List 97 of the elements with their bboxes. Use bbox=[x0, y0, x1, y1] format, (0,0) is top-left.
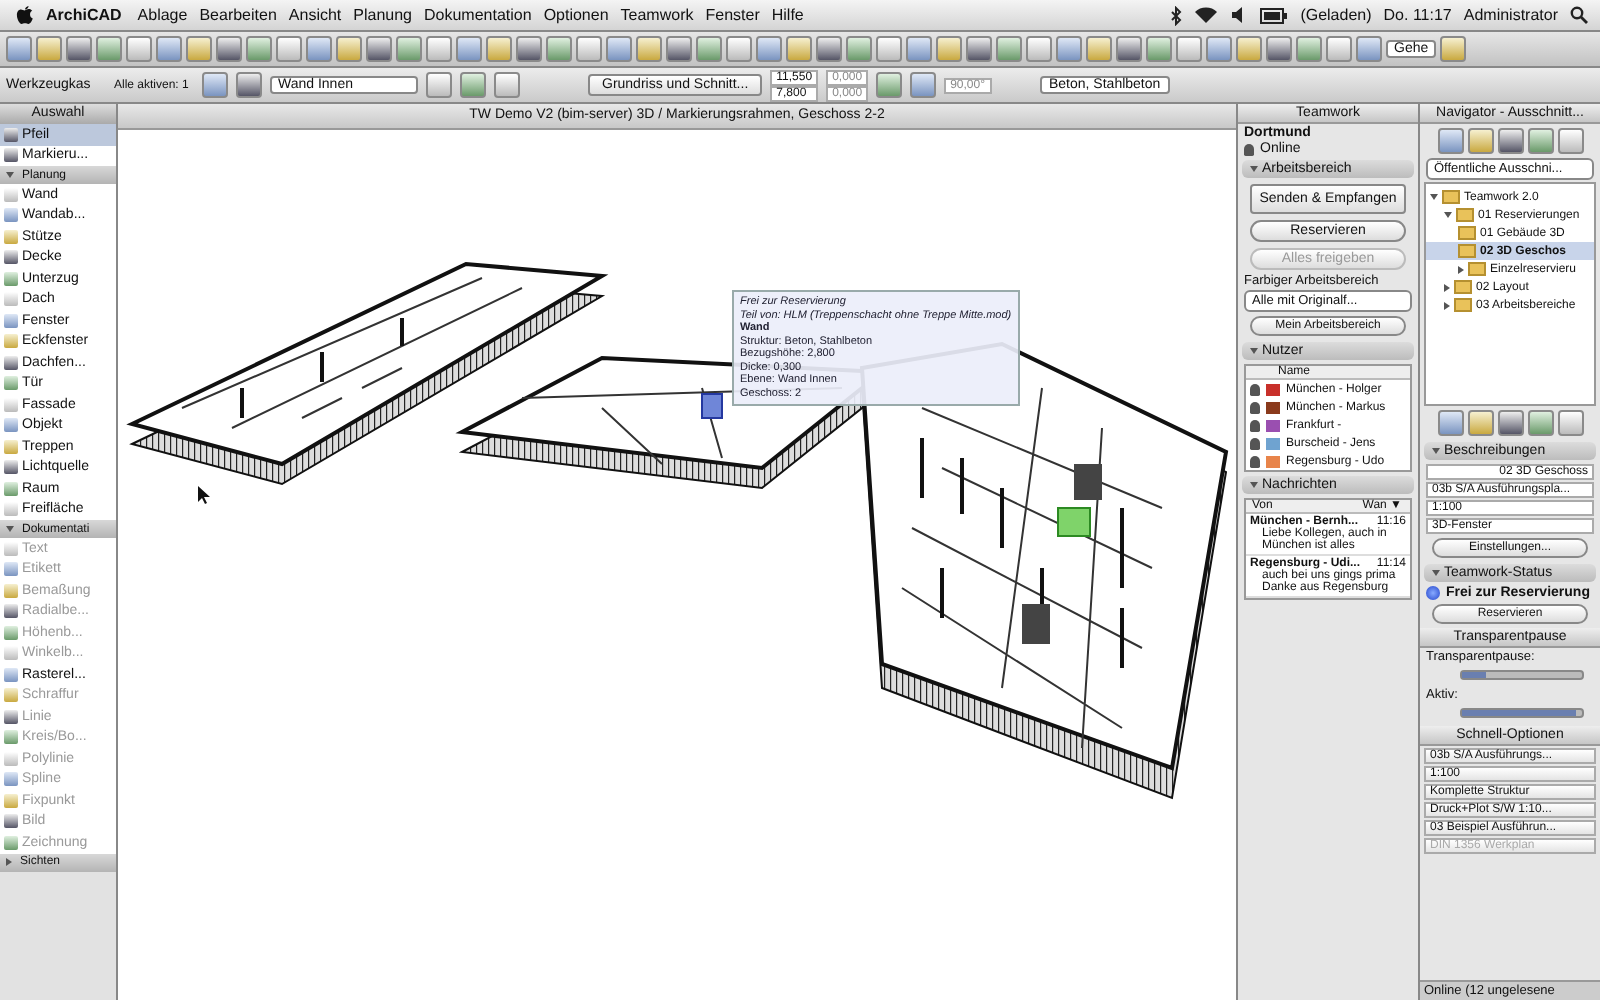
toolbar-icon[interactable] bbox=[1266, 36, 1292, 62]
navigator-icon[interactable] bbox=[1437, 128, 1463, 154]
toolbar-icon[interactable] bbox=[666, 36, 692, 62]
toolbar-icon[interactable] bbox=[1206, 36, 1232, 62]
toolbar-icon[interactable] bbox=[1440, 36, 1467, 62]
menu-item[interactable]: Teamwork bbox=[620, 6, 694, 24]
toolbar-icon[interactable] bbox=[236, 72, 262, 98]
toolbar-icon[interactable] bbox=[1086, 36, 1112, 62]
toolbar-icon[interactable] bbox=[756, 36, 782, 62]
toolbar-icon[interactable] bbox=[1236, 36, 1262, 62]
slider-track[interactable] bbox=[1460, 670, 1584, 680]
toolbar-icon[interactable] bbox=[546, 36, 572, 62]
toolbar-icon[interactable] bbox=[66, 36, 92, 62]
toolbar-icon[interactable] bbox=[494, 72, 520, 98]
toolbar-icon[interactable] bbox=[606, 36, 632, 62]
toolbar-icon[interactable] bbox=[846, 36, 872, 62]
toolbar-icon[interactable] bbox=[576, 36, 602, 62]
bluetooth-icon[interactable] bbox=[1170, 5, 1183, 25]
toolbar-icon[interactable] bbox=[426, 36, 452, 62]
app-menu[interactable]: ArchiCAD bbox=[46, 6, 122, 24]
menu-item[interactable]: Ablage bbox=[137, 6, 188, 24]
toolbar-icon[interactable] bbox=[1176, 36, 1202, 62]
triangle-icon bbox=[1432, 448, 1440, 454]
toolbar-icon[interactable] bbox=[910, 72, 937, 98]
toolbar-icon[interactable] bbox=[456, 36, 482, 62]
toolbar-icon[interactable] bbox=[1326, 36, 1352, 62]
toolbar-icon[interactable] bbox=[1026, 36, 1052, 62]
battery-icon[interactable] bbox=[1260, 7, 1289, 23]
toolbar-icon[interactable] bbox=[786, 36, 812, 62]
triangle-icon bbox=[6, 858, 12, 866]
slider-thumb[interactable] bbox=[1462, 710, 1576, 716]
menu-item[interactable]: Hilfe bbox=[771, 6, 804, 24]
toolbar-icon[interactable] bbox=[306, 36, 332, 62]
toolbar-icon[interactable] bbox=[216, 36, 242, 62]
slider-track[interactable] bbox=[1460, 708, 1584, 718]
toolbar-icon[interactable] bbox=[366, 36, 392, 62]
menu-item[interactable]: Optionen bbox=[543, 6, 609, 24]
toolbar-icon[interactable] bbox=[726, 36, 752, 62]
toolbar-icon[interactable] bbox=[1116, 36, 1142, 62]
toolbar-icon[interactable] bbox=[426, 72, 452, 98]
navigator-icon[interactable] bbox=[1527, 410, 1553, 436]
toolbar-icon[interactable] bbox=[126, 36, 152, 62]
apple-logo-icon[interactable] bbox=[16, 4, 34, 26]
toolbar-icon[interactable] bbox=[246, 36, 272, 62]
toolbar-icon[interactable] bbox=[396, 36, 422, 62]
menu-item[interactable]: Dokumentation bbox=[424, 6, 532, 24]
toolbar-icon[interactable] bbox=[516, 36, 542, 62]
navigator-icon[interactable] bbox=[1497, 128, 1523, 154]
person-icon bbox=[1244, 143, 1254, 155]
slider-thumb[interactable] bbox=[1462, 672, 1486, 678]
toolbar-icon[interactable] bbox=[96, 36, 122, 62]
user-menu[interactable]: Administrator bbox=[1463, 6, 1558, 24]
navigator-icon[interactable] bbox=[1467, 128, 1493, 154]
triangle-icon bbox=[1250, 482, 1258, 488]
status-dot-icon bbox=[1426, 586, 1440, 600]
navigator-icon[interactable] bbox=[1467, 410, 1493, 436]
navigator-icon[interactable] bbox=[1557, 128, 1583, 154]
battery-status: (Geladen) bbox=[1300, 6, 1372, 24]
toolbar-icon[interactable] bbox=[876, 72, 903, 98]
menu-item[interactable]: Planung bbox=[353, 6, 412, 24]
toolbar-icon[interactable] bbox=[906, 36, 932, 62]
triangle-icon bbox=[1250, 166, 1258, 172]
toolbar-icon[interactable] bbox=[460, 72, 486, 98]
navigator-icon[interactable] bbox=[1497, 410, 1523, 436]
triangle-icon bbox=[1250, 348, 1258, 354]
triangle-icon bbox=[6, 172, 14, 178]
toolbar-icon[interactable] bbox=[1056, 36, 1082, 62]
toolbar-icon[interactable] bbox=[276, 36, 302, 62]
toolbar-icon[interactable] bbox=[636, 36, 662, 62]
toolbar-icon[interactable] bbox=[816, 36, 842, 62]
toolbar-icon[interactable] bbox=[336, 36, 362, 62]
toolbar-icon[interactable] bbox=[186, 36, 212, 62]
menu-clock[interactable]: Do. 11:17 bbox=[1383, 6, 1452, 24]
triangle-icon bbox=[1432, 570, 1440, 576]
toolbar-icon[interactable] bbox=[6, 36, 32, 62]
menu-item[interactable]: Ansicht bbox=[288, 6, 342, 24]
toolbar-icon[interactable] bbox=[36, 36, 62, 62]
toolbar-icon[interactable] bbox=[1356, 36, 1382, 62]
menu-item[interactable]: Fenster bbox=[705, 6, 760, 24]
toolbar-icon[interactable] bbox=[1146, 36, 1172, 62]
toolbar-icon[interactable] bbox=[936, 36, 962, 62]
menu-item[interactable]: Bearbeiten bbox=[199, 6, 277, 24]
navigator-icon[interactable] bbox=[1437, 410, 1463, 436]
toolbar-icon[interactable] bbox=[486, 36, 512, 62]
search-icon[interactable] bbox=[1570, 6, 1588, 24]
toolbar-icon[interactable] bbox=[156, 36, 182, 62]
toolbar-icon[interactable] bbox=[696, 36, 722, 62]
toolbar-icon[interactable] bbox=[966, 36, 992, 62]
navigator-icon[interactable] bbox=[1557, 410, 1583, 436]
navigator-icon[interactable] bbox=[1527, 128, 1553, 154]
toolbar-icon[interactable] bbox=[996, 36, 1022, 62]
toolbar-icon[interactable] bbox=[202, 72, 228, 98]
cursor-icon bbox=[198, 486, 212, 504]
wifi-icon[interactable] bbox=[1194, 6, 1219, 24]
toolbar-icon[interactable] bbox=[876, 36, 902, 62]
triangle-icon bbox=[6, 526, 14, 532]
toolbar-icon[interactable] bbox=[1296, 36, 1322, 62]
